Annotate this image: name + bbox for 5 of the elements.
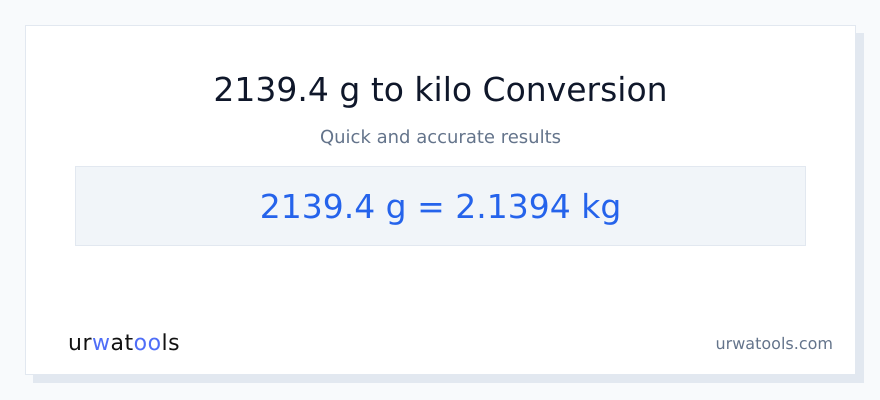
page-title: 2139.4 g to kilo Conversion <box>213 69 668 111</box>
site-url: urwatools.com <box>716 334 833 353</box>
conversion-result: 2139.4 g = 2.1394 kg <box>260 186 622 226</box>
logo: urwatools <box>68 331 180 356</box>
subtitle: Quick and accurate results <box>320 126 562 150</box>
